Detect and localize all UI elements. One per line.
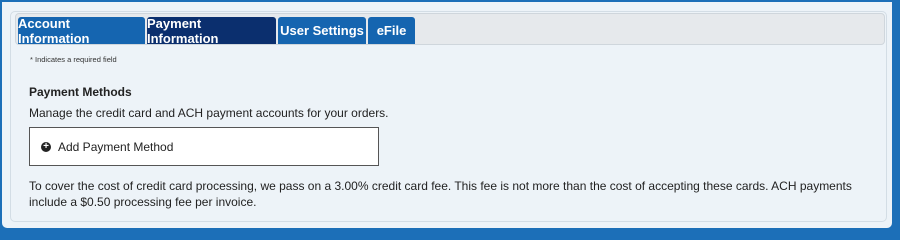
tab-account-information[interactable]: Account Information [18, 16, 145, 46]
tab-efile[interactable]: eFile [368, 17, 415, 44]
payment-methods-description: Manage the credit card and ACH payment a… [29, 106, 389, 120]
add-payment-method-button[interactable]: + Add Payment Method [29, 127, 379, 166]
tab-payment-information[interactable]: Payment Information [147, 16, 276, 46]
tab-bar: Account Information Payment Information … [15, 13, 885, 46]
tab-user-settings[interactable]: User Settings [278, 17, 366, 44]
payment-methods-title: Payment Methods [29, 85, 132, 99]
payment-panel: Account Information Payment Information … [2, 2, 892, 228]
processing-fee-note: To cover the cost of credit card process… [29, 179, 852, 209]
plus-circle-icon: + [41, 141, 51, 152]
content-card: Account Information Payment Information … [10, 11, 887, 222]
add-payment-method-label: Add Payment Method [58, 139, 174, 154]
required-field-note: * Indicates a required field [30, 55, 117, 64]
